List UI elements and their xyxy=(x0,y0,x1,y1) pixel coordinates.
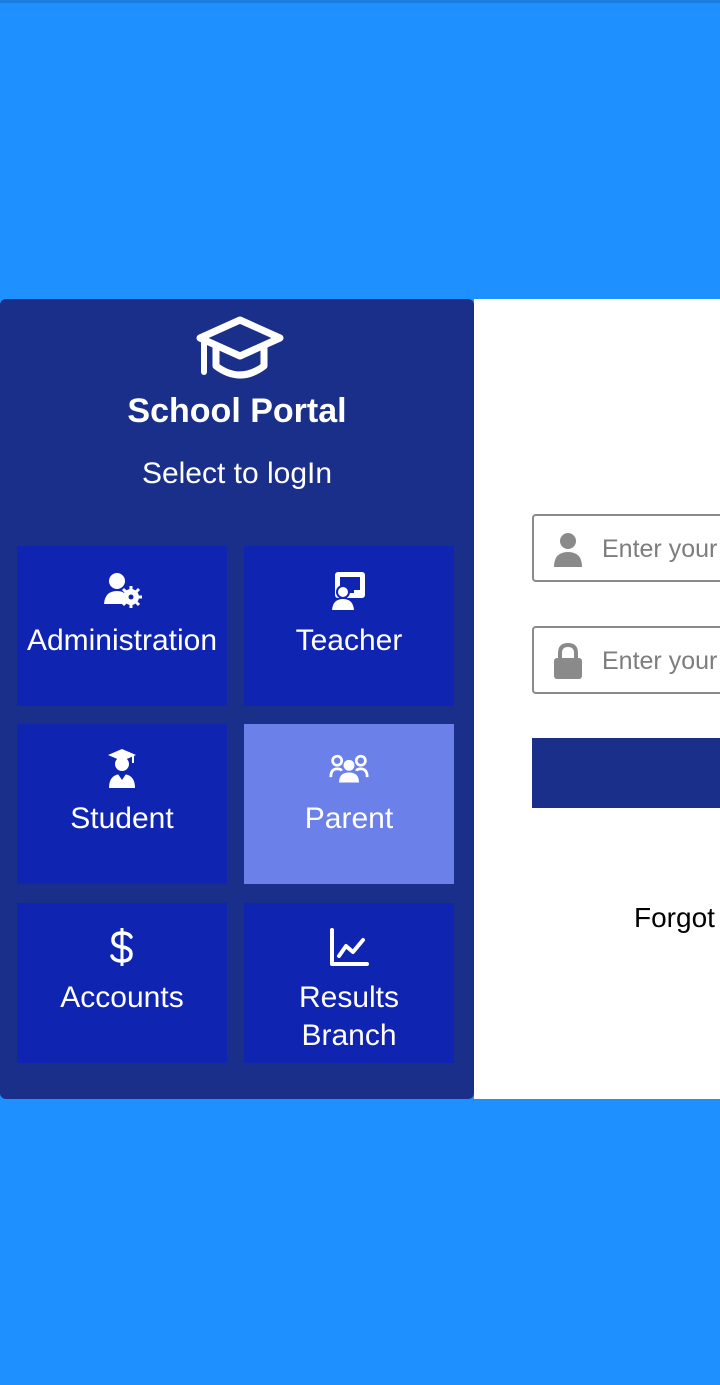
lock-icon xyxy=(554,643,582,679)
role-label: Student xyxy=(70,802,174,835)
role-label: Teacher xyxy=(295,624,403,657)
role-label: Accounts xyxy=(60,981,184,1014)
graduation-cap-icon xyxy=(196,316,284,379)
username-input[interactable] xyxy=(600,516,720,582)
login-button[interactable] xyxy=(532,738,720,808)
role-teacher-button[interactable]: Teacher xyxy=(244,546,454,706)
role-results-branch-button[interactable]: Results Branch xyxy=(244,903,454,1063)
forgot-password-link[interactable]: Forgot xyxy=(634,902,715,934)
portal-title: School Portal xyxy=(127,392,347,430)
username-field[interactable] xyxy=(532,514,720,582)
login-panel xyxy=(474,299,720,1099)
user-icon xyxy=(554,533,582,567)
role-label: Parent xyxy=(304,802,394,835)
role-label: Administration xyxy=(26,624,218,657)
role-label-line2: Branch xyxy=(301,1019,397,1052)
role-administration-button[interactable]: Administration xyxy=(17,546,227,706)
user-gear-icon xyxy=(104,573,142,608)
portal-subtitle: Select to logIn xyxy=(141,457,333,490)
role-label: Results xyxy=(298,981,400,1014)
users-icon xyxy=(329,754,369,783)
chalkboard-user-icon xyxy=(332,572,365,610)
password-input[interactable] xyxy=(600,628,720,694)
role-accounts-button[interactable]: Accounts xyxy=(17,903,227,1063)
chart-line-icon xyxy=(330,928,369,966)
role-student-button[interactable]: Student xyxy=(17,724,227,884)
dollar-sign-icon xyxy=(110,928,133,966)
user-graduate-icon xyxy=(108,749,136,788)
role-parent-button[interactable]: Parent xyxy=(244,724,454,884)
password-field[interactable] xyxy=(532,626,720,694)
status-bar-shadow xyxy=(0,0,720,3)
